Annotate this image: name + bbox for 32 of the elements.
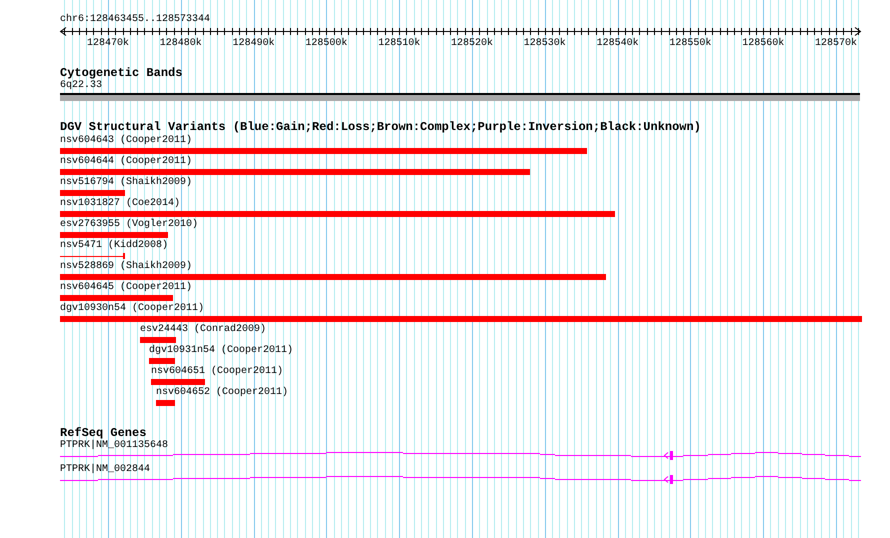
track-title: Cytogenetic Bands bbox=[60, 67, 182, 80]
variant-label: nsv1031827 (Coe2014) bbox=[60, 198, 180, 210]
ruler-tick-label: 128470k bbox=[87, 38, 129, 49]
variant-end-mark bbox=[123, 253, 125, 259]
location-label: chr6:128463455..128573344 bbox=[60, 14, 210, 26]
gene-label: PTPRK|NM_001135648 bbox=[60, 440, 168, 452]
ruler-tick-label: 128540k bbox=[596, 38, 639, 49]
track-title: DGV Structural Variants (Blue:Gain;Red:Loss;Brown:Complex;Purple:Inversion;Black:Unknown) bbox=[60, 121, 701, 134]
ruler-tick-label: 128560k bbox=[742, 38, 784, 49]
variant-label: nsv604644 (Cooper2011) bbox=[60, 156, 192, 168]
ruler-tick-label: 128530k bbox=[524, 38, 566, 49]
gene-label: PTPRK|NM_002844 bbox=[60, 464, 150, 476]
band-label: 6q22.33 bbox=[60, 80, 102, 92]
ruler-tick-label: 128510k bbox=[378, 38, 420, 49]
variant-label: nsv528869 (Shaikh2009) bbox=[60, 261, 192, 273]
variant-label: nsv604652 (Cooper2011) bbox=[156, 387, 288, 399]
ruler-tick-label: 128520k bbox=[451, 38, 493, 49]
variant-label: nsv5471 (Kidd2008) bbox=[60, 240, 168, 252]
ruler-tick-label: 128550k bbox=[669, 38, 712, 49]
ruler-tick-label: 128500k bbox=[305, 38, 348, 49]
variant-label: nsv516794 (Shaikh2009) bbox=[60, 177, 192, 189]
ruler-tick-label: 128490k bbox=[232, 38, 275, 49]
variant-label: dgv10930n54 (Cooper2011) bbox=[60, 303, 204, 315]
variant-label: esv24443 (Conrad2009) bbox=[140, 324, 266, 336]
variant-label: dgv10931n54 (Cooper2011) bbox=[149, 345, 294, 357]
variant-label: esv2763955 (Vogler2010) bbox=[60, 219, 198, 231]
ruler-tick-label: 128570k bbox=[815, 38, 857, 49]
variant-label: nsv604645 (Cooper2011) bbox=[60, 282, 192, 294]
variant-label: nsv604643 (Cooper2011) bbox=[60, 135, 192, 147]
track-title: RefSeq Genes bbox=[60, 427, 146, 440]
ruler-tick-label: 128480k bbox=[160, 38, 202, 49]
variant-label: nsv604651 (Cooper2011) bbox=[151, 366, 284, 378]
